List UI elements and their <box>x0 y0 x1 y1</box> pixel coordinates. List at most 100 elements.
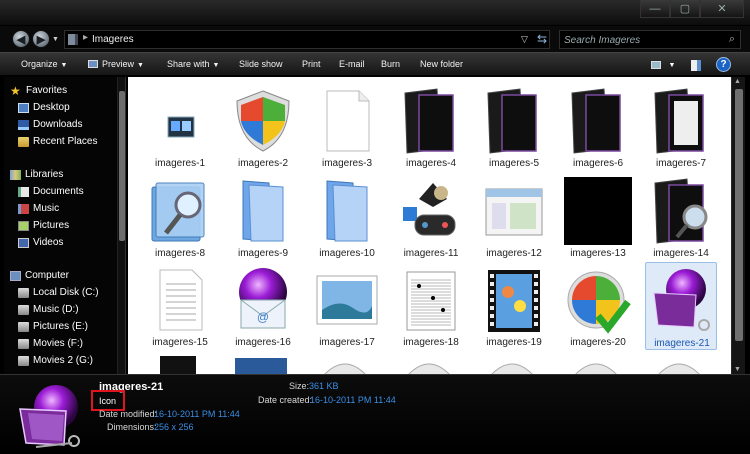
slide-show-button[interactable]: Slide show <box>239 59 283 69</box>
file-name: imageres-15 <box>152 337 208 348</box>
blank-page-icon <box>313 87 381 155</box>
change-view-button[interactable] <box>648 57 664 73</box>
preview-pane-button[interactable] <box>688 57 704 73</box>
nav-label: Local Disk (C:) <box>33 287 99 298</box>
nav-item-music-d[interactable]: Music (D:) <box>18 302 79 317</box>
scroll-up-icon[interactable]: ▲ <box>734 78 741 85</box>
file-item[interactable] <box>395 352 467 374</box>
file-item[interactable]: imageres-8 <box>144 173 216 261</box>
burn-button[interactable]: Burn <box>381 59 400 69</box>
file-name: imageres-9 <box>237 248 289 259</box>
email-button[interactable]: E-mail <box>339 59 365 69</box>
file-name: imageres-12 <box>486 248 542 259</box>
file-item[interactable] <box>645 352 717 374</box>
nav-libraries[interactable]: Libraries <box>10 167 63 182</box>
breadcrumb-folder[interactable]: Imageres <box>92 34 134 45</box>
nav-item-movies-2-g[interactable]: Movies 2 (G:) <box>18 353 93 368</box>
new-folder-button[interactable]: New folder <box>420 59 463 69</box>
content-scroll-thumb[interactable] <box>735 89 743 341</box>
nav-scroll-thumb[interactable] <box>119 91 125 241</box>
nav-label: Movies (F:) <box>33 338 83 349</box>
address-box[interactable]: ▸ Imageres ▽ ⇆ <box>64 30 550 49</box>
file-item[interactable]: imageres-19 <box>478 262 550 350</box>
nav-item-desktop[interactable]: Desktop <box>18 100 70 115</box>
search-box[interactable]: ⌕ <box>559 30 741 49</box>
file-item[interactable]: imageres-4 <box>395 83 467 171</box>
file-item[interactable] <box>478 352 550 374</box>
nav-item-movies-f[interactable]: Movies (F:) <box>18 336 83 351</box>
nav-item-downloads[interactable]: Downloads <box>18 117 82 132</box>
file-item[interactable]: imageres-6 <box>562 83 634 171</box>
file-item[interactable] <box>144 352 216 374</box>
file-item[interactable]: @ imageres-16 <box>227 262 299 350</box>
file-item[interactable] <box>311 352 383 374</box>
window-controls: — ▢ ✕ <box>640 0 744 18</box>
dimensions-value: 256 x 256 <box>154 422 194 432</box>
nav-favorites[interactable]: ★ Favorites <box>10 83 67 98</box>
scroll-down-icon[interactable]: ▼ <box>734 366 741 373</box>
nav-item-videos[interactable]: Videos <box>18 235 63 250</box>
text-page-icon <box>146 266 214 334</box>
maximize-button[interactable]: ▢ <box>670 0 700 18</box>
preview-button[interactable]: Preview ▼ <box>88 59 144 69</box>
games-icon <box>397 177 465 245</box>
nav-item-documents[interactable]: Documents <box>18 184 84 199</box>
file-item[interactable]: imageres-15 <box>144 262 216 350</box>
nav-item-music[interactable]: Music <box>18 201 59 216</box>
preview-label: Preview <box>102 59 135 69</box>
nav-computer[interactable]: Computer <box>10 268 69 283</box>
file-item[interactable] <box>227 352 299 374</box>
file-item[interactable]: imageres-18 <box>395 262 467 350</box>
nav-label: Downloads <box>33 119 83 130</box>
file-item[interactable]: imageres-11 <box>395 173 467 261</box>
recent-pages-dropdown[interactable]: ▼ <box>52 36 59 43</box>
blue-folder-icon <box>229 177 297 245</box>
content-scrollbar[interactable]: ▲ ▼ <box>731 77 745 374</box>
search-input[interactable] <box>564 33 714 47</box>
file-item[interactable]: imageres-13 <box>562 173 634 261</box>
file-item[interactable]: imageres-10 <box>311 173 383 261</box>
search-icon[interactable]: ⌕ <box>729 33 735 46</box>
view-dropdown[interactable]: ▼ <box>664 57 680 73</box>
nav-item-recent-places[interactable]: Recent Places <box>18 134 97 149</box>
dimensions-label: Dimensions: <box>107 422 157 432</box>
dark-folder-icon <box>397 87 465 155</box>
organize-button[interactable]: Organize ▼ <box>21 59 67 69</box>
share-with-button[interactable]: Share with ▼ <box>167 59 219 69</box>
file-name: imageres-14 <box>653 248 709 259</box>
forward-button[interactable]: ▶ <box>32 30 50 48</box>
nav-label: Pictures <box>33 220 70 231</box>
nav-label: Music (D:) <box>33 304 79 315</box>
close-button[interactable]: ✕ <box>700 0 744 18</box>
back-button[interactable]: ◀ <box>12 30 30 48</box>
nav-scrollbar[interactable] <box>117 77 125 374</box>
file-item[interactable]: imageres-21 <box>645 262 717 350</box>
command-bar: Organize ▼ Preview ▼ Share with ▼ Slide sho… <box>0 52 750 76</box>
address-history-dropdown[interactable]: ▽ <box>521 34 528 45</box>
file-item[interactable]: imageres-2 <box>227 83 299 171</box>
refresh-icon[interactable]: ⇆ <box>537 32 547 46</box>
breadcrumb-separator[interactable]: ▸ <box>83 32 88 43</box>
file-item[interactable]: imageres-12 <box>478 173 550 261</box>
dark-folder-icon <box>564 87 632 155</box>
file-item[interactable]: imageres-20 <box>562 262 634 350</box>
drive-icon <box>18 355 29 366</box>
file-item[interactable]: imageres-5 <box>478 83 550 171</box>
file-item[interactable]: imageres-1 <box>144 83 216 171</box>
disk-icon <box>491 363 533 374</box>
print-button[interactable]: Print <box>302 59 321 69</box>
nav-item-pictures[interactable]: Pictures <box>18 218 69 233</box>
file-item[interactable]: imageres-3 <box>311 83 383 171</box>
minimize-button[interactable]: — <box>640 0 670 18</box>
file-item[interactable] <box>562 352 634 374</box>
folder-icon <box>68 34 78 45</box>
date-modified-value: 16-10-2011 PM 11:44 <box>154 409 240 419</box>
nav-item-pictures-e[interactable]: Pictures (E:) <box>18 319 88 334</box>
file-item[interactable]: imageres-14 <box>645 173 717 261</box>
help-button[interactable]: ? <box>716 57 731 72</box>
file-item[interactable]: imageres-17 <box>311 262 383 350</box>
file-name: imageres-13 <box>570 248 626 259</box>
file-item[interactable]: imageres-9 <box>227 173 299 261</box>
file-item[interactable]: imageres-7 <box>645 83 717 171</box>
nav-item-local-disk-c[interactable]: Local Disk (C:) <box>18 285 99 300</box>
